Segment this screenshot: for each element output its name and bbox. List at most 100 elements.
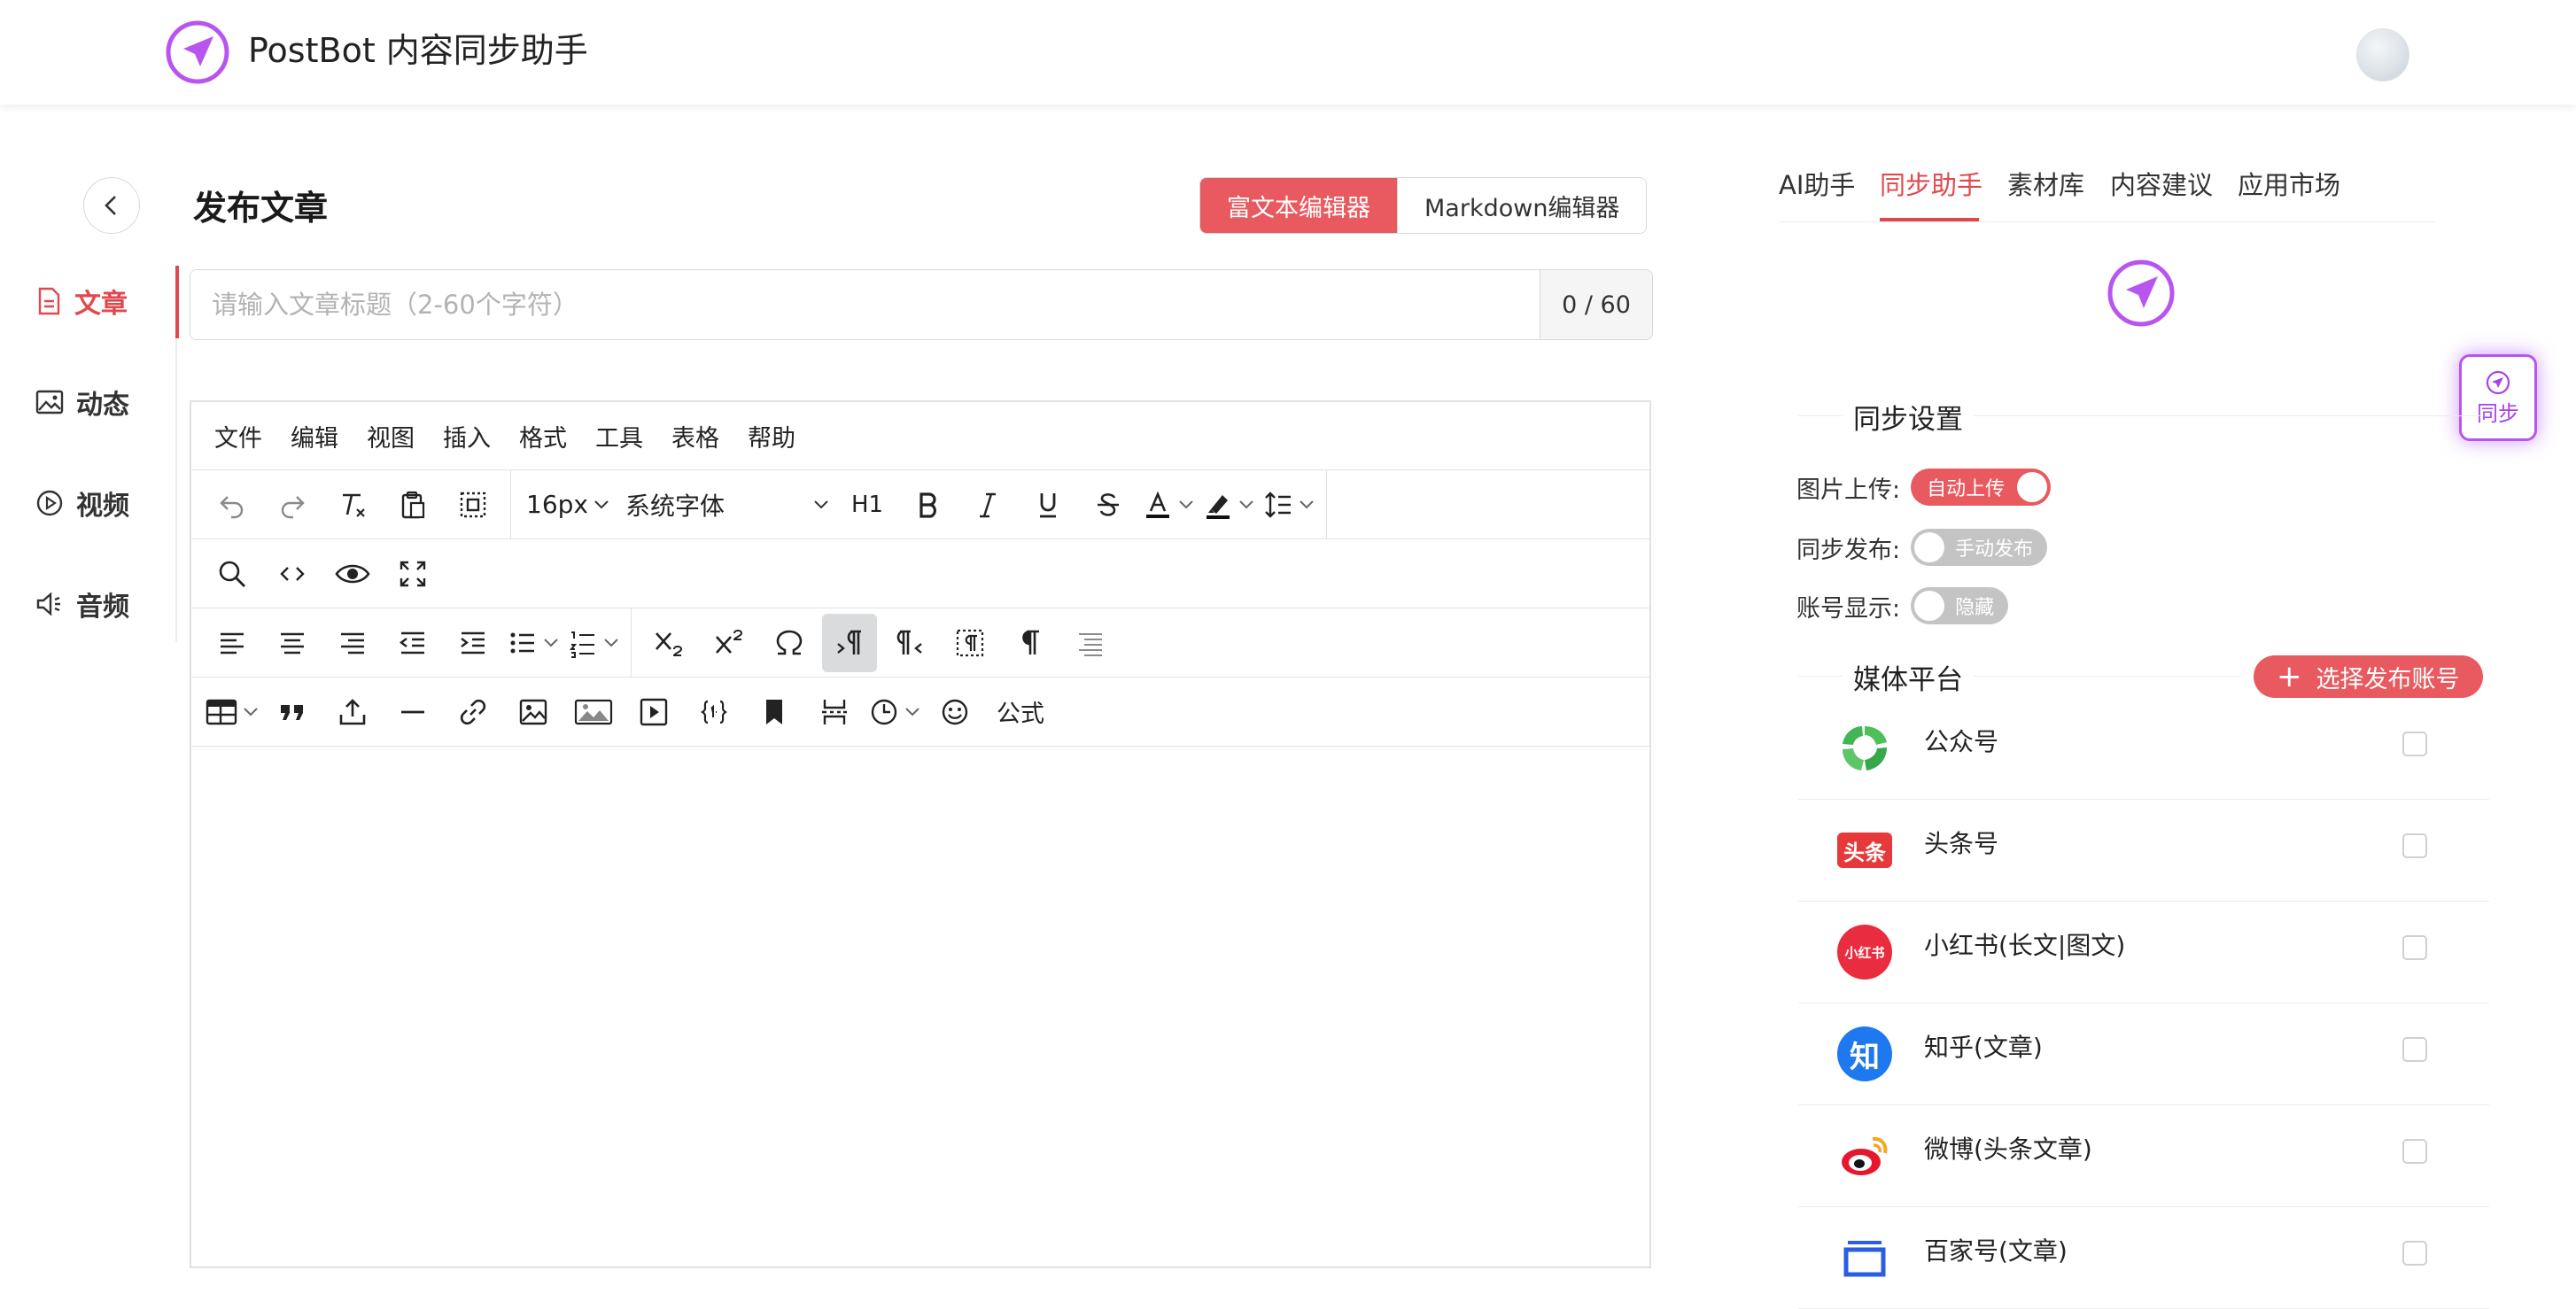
font-family-select[interactable]: 系统字体 [620, 476, 834, 534]
sidebar-item-label: 视频 [76, 491, 129, 522]
show-blocks-button[interactable] [943, 614, 997, 672]
clock-icon [871, 699, 897, 724]
formula-button[interactable]: 公式 [988, 683, 1053, 741]
platform-item-xiaohongshu[interactable]: 小红书 小红书(长文|图文) [1798, 902, 2489, 1003]
undo-button[interactable] [205, 476, 260, 534]
bold-button[interactable] [900, 476, 955, 534]
tab-content-suggestions[interactable]: 内容建议 [2110, 165, 2213, 202]
setting-account-display: 账号显示: 隐藏 [1796, 586, 2009, 625]
page-break-button[interactable] [807, 683, 862, 741]
platform-item-zhihu[interactable]: 知 知乎(文章) [1798, 1003, 2489, 1105]
show-invisibles-button[interactable] [1003, 614, 1058, 672]
tab-app-market[interactable]: 应用市场 [2238, 165, 2340, 202]
paste-button[interactable] [385, 476, 440, 534]
user-avatar[interactable] [2356, 28, 2409, 81]
platform-checkbox[interactable] [2402, 732, 2427, 756]
menu-view[interactable]: 视图 [367, 419, 415, 453]
platform-checkbox[interactable] [2402, 935, 2427, 960]
title-input[interactable] [190, 270, 1540, 339]
horizontal-rule-button[interactable] [385, 683, 440, 741]
sidebar-item-article[interactable]: 文章 [35, 275, 177, 328]
line-height-button[interactable] [1261, 476, 1316, 534]
search-icon [219, 561, 245, 587]
superscript-button[interactable] [702, 614, 757, 672]
platform-item-wechat[interactable]: 公众号 [1798, 698, 2489, 800]
strikethrough-button[interactable] [1081, 476, 1136, 534]
heading-button[interactable]: H1 [840, 476, 895, 534]
video-button[interactable] [626, 683, 681, 741]
fullscreen-button[interactable] [385, 545, 440, 603]
preview-button[interactable] [325, 545, 380, 603]
align-center-button[interactable] [265, 614, 320, 672]
back-button[interactable] [83, 177, 140, 234]
rich-text-editor-tab[interactable]: 富文本编辑器 [1200, 178, 1397, 233]
upload-button[interactable] [325, 683, 380, 741]
superscript-icon [716, 629, 743, 654]
menu-edit[interactable]: 编辑 [291, 419, 338, 453]
platform-item-toutiao[interactable]: 头条 头条号 [1798, 800, 2489, 902]
align-right-button[interactable] [325, 614, 380, 672]
platform-item-baijiahao[interactable]: 百家号(文章) [1798, 1207, 2489, 1309]
editor-content-area[interactable] [191, 746, 1649, 1266]
image-button[interactable] [506, 683, 561, 741]
sidebar-item-dynamic[interactable]: 动态 [35, 376, 177, 429]
account-display-switch[interactable]: 隐藏 [1911, 587, 2009, 624]
source-code-button[interactable] [265, 545, 320, 603]
markdown-editor-tab[interactable]: Markdown编辑器 [1397, 178, 1647, 233]
code-sample-button[interactable] [687, 683, 741, 741]
formula-label: 公式 [997, 701, 1044, 728]
align-left-button[interactable] [205, 614, 260, 672]
menu-tools[interactable]: 工具 [595, 419, 643, 453]
menu-insert[interactable]: 插入 [443, 419, 491, 453]
line-list-button[interactable] [1063, 614, 1118, 672]
platform-checkbox[interactable] [2402, 1037, 2427, 1062]
platform-name: 公众号 [1924, 727, 1999, 756]
menu-help[interactable]: 帮助 [748, 419, 795, 453]
underline-button[interactable] [1020, 476, 1075, 534]
link-button[interactable] [446, 683, 500, 741]
tab-ai-assistant[interactable]: AI助手 [1779, 165, 1855, 202]
redo-button[interactable] [265, 476, 320, 534]
indent-button[interactable] [446, 614, 500, 672]
plus-icon: + [2277, 659, 2302, 694]
bookmark-button[interactable] [747, 683, 802, 741]
ltr-button[interactable] [822, 613, 877, 672]
sidebar-item-label: 音频 [76, 592, 129, 623]
select-account-button[interactable]: + 选择发布账号 [2254, 655, 2483, 698]
emoji-button[interactable] [927, 683, 982, 741]
sidebar-item-video[interactable]: 视频 [35, 476, 177, 530]
special-char-button[interactable] [762, 614, 817, 672]
search-button[interactable] [205, 545, 260, 603]
gallery-button[interactable] [566, 683, 621, 741]
zhihu-icon: 知 [1837, 1026, 1892, 1081]
platform-checkbox[interactable] [2402, 1139, 2427, 1164]
font-size-select[interactable]: 16px [521, 476, 615, 534]
menu-format[interactable]: 格式 [519, 419, 567, 453]
platform-checkbox[interactable] [2402, 833, 2427, 858]
blockquote-button[interactable] [265, 683, 320, 741]
platform-item-weibo[interactable]: 微博(头条文章) [1798, 1105, 2489, 1207]
insert-datetime-button[interactable] [867, 683, 922, 741]
image-upload-switch[interactable]: 自动上传 [1911, 469, 2052, 506]
menu-file[interactable]: 文件 [214, 419, 262, 453]
numbered-list-button[interactable] [566, 614, 621, 672]
table-button[interactable] [205, 683, 260, 741]
sidebar-item-audio[interactable]: 音频 [35, 577, 177, 631]
underline-icon [1039, 492, 1056, 517]
clear-format-button[interactable] [325, 476, 380, 534]
select-all-button[interactable] [446, 476, 500, 534]
tab-material-library[interactable]: 素材库 [2007, 165, 2084, 202]
text-color-button[interactable] [1141, 476, 1196, 534]
bullet-list-button[interactable] [506, 614, 561, 672]
rtl-button[interactable] [882, 614, 937, 672]
outdent-button[interactable] [385, 614, 440, 672]
italic-button[interactable] [960, 476, 1015, 534]
menu-table[interactable]: 表格 [671, 419, 719, 453]
setting-label: 同步发布: [1796, 536, 1901, 564]
highlight-color-button[interactable] [1201, 476, 1256, 534]
sync-publish-switch[interactable]: 手动发布 [1911, 529, 2048, 566]
tab-sync-assistant[interactable]: 同步助手 [1880, 165, 1982, 202]
subscript-button[interactable] [641, 614, 696, 672]
platform-checkbox[interactable] [2402, 1241, 2427, 1266]
chevron-down-icon [244, 707, 258, 716]
